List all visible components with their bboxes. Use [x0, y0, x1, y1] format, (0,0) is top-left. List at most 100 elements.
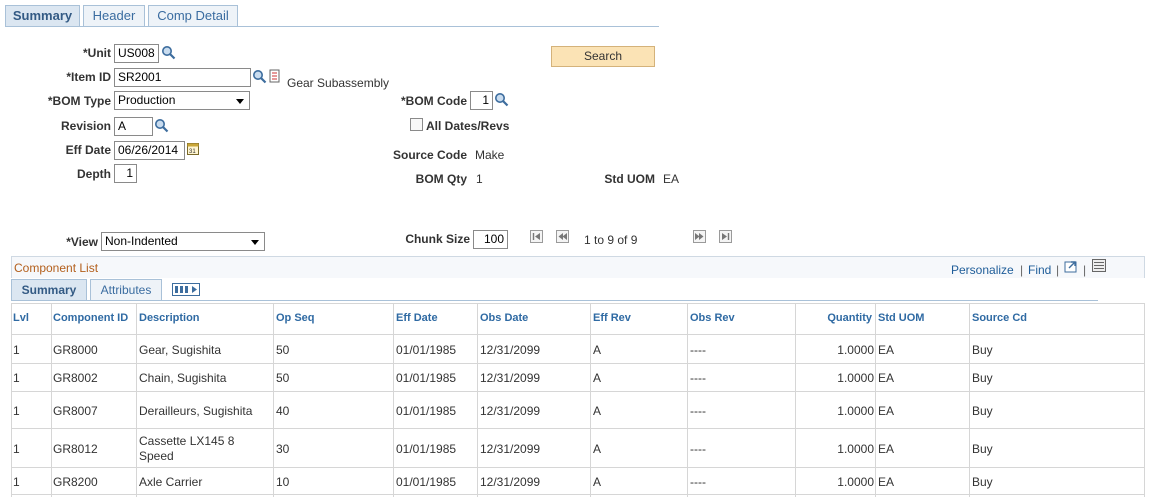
- cell-obs-rev: ----: [690, 475, 706, 489]
- unit-label: *Unit: [83, 46, 111, 60]
- all-dates-checkbox[interactable]: [410, 118, 423, 131]
- cell-eff-rev: A: [593, 371, 602, 385]
- cell-source-cd: Buy: [972, 442, 993, 456]
- item-id-field[interactable]: SR2001: [114, 68, 251, 87]
- magnifier-icon[interactable]: [161, 45, 176, 60]
- eff-date-label: Eff Date: [65, 143, 111, 157]
- prompt-detail-icon[interactable]: [268, 69, 282, 84]
- last-page-icon[interactable]: [719, 230, 733, 244]
- revision-label: Revision: [60, 119, 111, 133]
- col-lvl[interactable]: Lvl: [13, 303, 29, 333]
- cell-description: Chain, Sugishita: [139, 371, 227, 385]
- cell-op-seq: 50: [276, 343, 290, 357]
- cell-obs-rev: ----: [690, 404, 706, 418]
- cell-quantity: 1.0000: [837, 343, 874, 357]
- subtab-attributes[interactable]: Attributes: [90, 279, 162, 301]
- component-id-link[interactable]: GR8002: [53, 371, 98, 385]
- search-button[interactable]: Search: [551, 46, 655, 67]
- calendar-icon[interactable]: 31: [187, 142, 200, 156]
- cell-obs-date: 12/31/2099: [480, 343, 541, 357]
- cell-quantity: 1.0000: [837, 442, 874, 456]
- cell-eff-date: 01/01/1985: [396, 442, 457, 456]
- cell-obs-rev: ----: [690, 371, 706, 385]
- cell-source-cd: Buy: [972, 371, 993, 385]
- subtab-summary[interactable]: Summary: [11, 279, 87, 301]
- cell-eff-rev: A: [593, 442, 602, 456]
- range-text: 1 to 9 of 9: [584, 233, 638, 247]
- zoom-icon[interactable]: [1064, 260, 1079, 274]
- first-page-icon[interactable]: [530, 230, 544, 244]
- cell-quantity: 1.0000: [837, 404, 874, 418]
- cell-obs-date: 12/31/2099: [480, 404, 541, 418]
- cell-lvl: 1: [13, 404, 20, 418]
- col-source-cd[interactable]: Source Cd: [972, 303, 1027, 333]
- component-id-link[interactable]: GR8012: [53, 442, 98, 456]
- cell-std-uom: EA: [878, 475, 895, 489]
- depth-field[interactable]: 1: [114, 164, 137, 183]
- cell-lvl: 1: [13, 343, 20, 357]
- tab-underline: [5, 26, 659, 27]
- depth-label: Depth: [77, 167, 111, 181]
- cell-description-line2: Speed: [139, 449, 174, 463]
- bom-type-select[interactable]: Production: [114, 91, 250, 110]
- cell-quantity: 1.0000: [837, 475, 874, 489]
- col-description[interactable]: Description: [139, 303, 200, 333]
- col-quantity[interactable]: Quantity: [796, 303, 872, 333]
- cell-std-uom: EA: [878, 343, 895, 357]
- tab-summary[interactable]: Summary: [5, 5, 80, 27]
- component-id-link[interactable]: GR8000: [53, 343, 98, 357]
- col-obs-date[interactable]: Obs Date: [480, 303, 528, 333]
- svg-text:31: 31: [189, 149, 196, 155]
- cell-lvl: 1: [13, 442, 20, 456]
- cell-op-seq: 30: [276, 442, 290, 456]
- tab-header[interactable]: Header: [83, 5, 145, 27]
- cell-obs-date: 12/31/2099: [480, 475, 541, 489]
- next-page-icon[interactable]: [693, 230, 707, 244]
- chunk-size-field[interactable]: 100: [473, 230, 508, 249]
- magnifier-icon[interactable]: [154, 118, 169, 133]
- all-dates-label: All Dates/Revs: [426, 119, 510, 133]
- col-op-seq[interactable]: Op Seq: [276, 303, 315, 333]
- cell-lvl: 1: [13, 371, 20, 385]
- bom-type-label: *BOM Type: [47, 94, 111, 108]
- view-select[interactable]: Non-Indented: [101, 232, 265, 251]
- personalize-link[interactable]: Personalize: [951, 263, 1014, 277]
- col-eff-rev[interactable]: Eff Rev: [593, 303, 631, 333]
- cell-description: Derailleurs, Sugishita: [139, 404, 253, 418]
- std-uom-value: EA: [663, 172, 680, 186]
- find-link[interactable]: Find: [1028, 263, 1051, 277]
- magnifier-icon[interactable]: [252, 69, 267, 84]
- row-divider: [11, 467, 1145, 468]
- revision-field[interactable]: A: [114, 117, 153, 136]
- chevron-down-icon: [236, 99, 244, 104]
- show-all-columns-icon[interactable]: [172, 283, 202, 297]
- component-id-link[interactable]: GR8200: [53, 475, 98, 489]
- cell-eff-rev: A: [593, 343, 602, 357]
- item-description: Gear Subassembly: [287, 76, 390, 90]
- cell-std-uom: EA: [878, 442, 895, 456]
- bom-code-field[interactable]: 1: [470, 91, 493, 110]
- col-obs-rev[interactable]: Obs Rev: [690, 303, 735, 333]
- cell-std-uom: EA: [878, 371, 895, 385]
- source-code-label: Source Code: [392, 148, 467, 162]
- bom-type-value: Production: [118, 93, 176, 107]
- chevron-down-icon: [251, 240, 259, 245]
- unit-field[interactable]: US008: [114, 44, 159, 63]
- magnifier-icon[interactable]: [494, 92, 509, 107]
- cell-eff-date: 01/01/1985: [396, 371, 457, 385]
- col-std-uom[interactable]: Std UOM: [878, 303, 924, 333]
- cell-eff-rev: A: [593, 404, 602, 418]
- download-icon[interactable]: [1092, 259, 1107, 273]
- row-divider: [11, 428, 1145, 429]
- col-eff-date[interactable]: Eff Date: [396, 303, 438, 333]
- bom-qty-value: 1: [476, 172, 483, 186]
- row-divider: [11, 494, 1145, 495]
- subtab-underline: [11, 300, 1098, 301]
- tab-comp-detail[interactable]: Comp Detail: [148, 5, 238, 27]
- eff-date-field[interactable]: 06/26/2014: [114, 141, 185, 160]
- cell-eff-rev: A: [593, 475, 602, 489]
- col-component-id[interactable]: Component ID: [53, 303, 128, 333]
- prev-page-icon[interactable]: [556, 230, 570, 244]
- source-code-value: Make: [475, 148, 505, 162]
- component-id-link[interactable]: GR8007: [53, 404, 98, 418]
